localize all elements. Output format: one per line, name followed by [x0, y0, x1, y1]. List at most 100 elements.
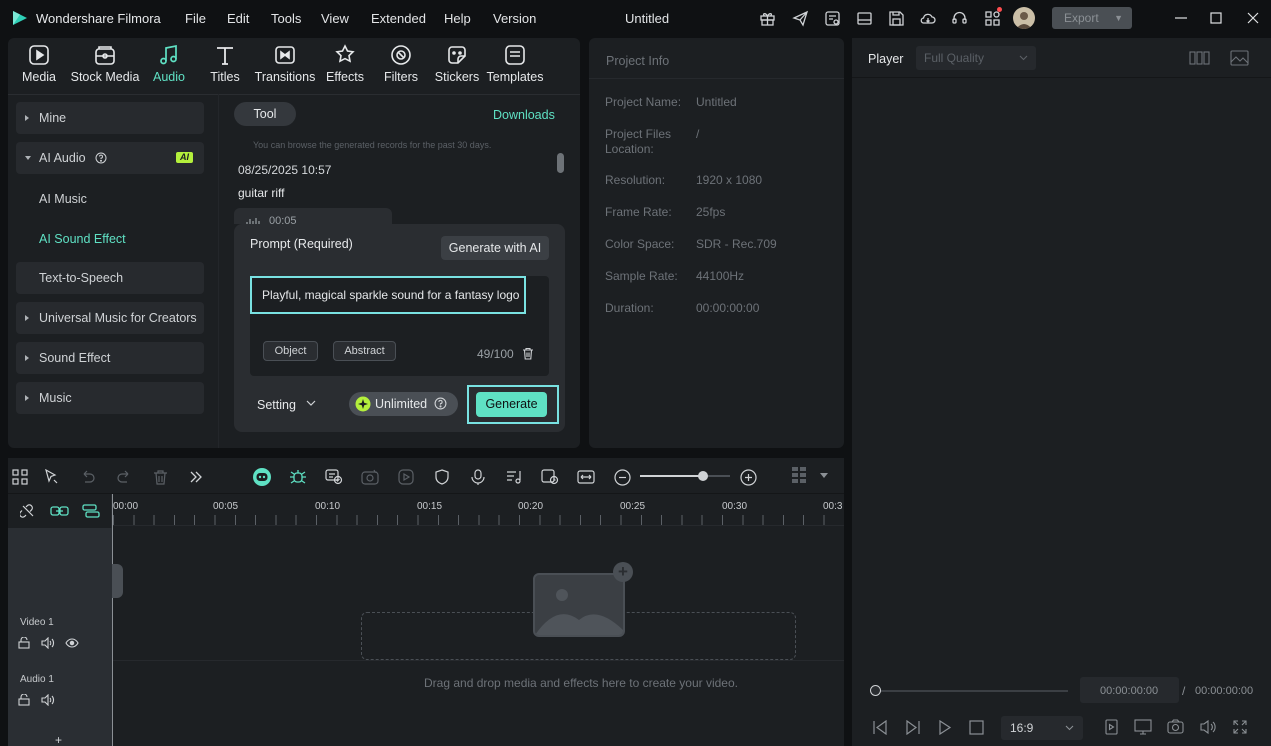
stop-icon[interactable]: [969, 720, 984, 735]
generate-button[interactable]: Generate: [476, 392, 547, 417]
aspect-ratio-dropdown[interactable]: 16:9: [1001, 716, 1083, 740]
unlink-icon[interactable]: [20, 503, 36, 519]
minimize-icon[interactable]: [1171, 8, 1191, 28]
tab-templates[interactable]: Templates: [484, 44, 546, 84]
play-icon[interactable]: [938, 720, 952, 735]
tab-media[interactable]: Media: [9, 44, 69, 84]
auto-caption-icon[interactable]: [323, 466, 345, 488]
tag-abstract[interactable]: Abstract: [333, 341, 396, 361]
tab-stickers[interactable]: Stickers: [427, 44, 487, 84]
grid-view-icon[interactable]: [1189, 51, 1210, 65]
help-circle-icon[interactable]: [95, 152, 107, 164]
save-icon[interactable]: [888, 10, 905, 27]
menu-file[interactable]: File: [185, 11, 206, 26]
trash-icon[interactable]: [522, 347, 534, 360]
playback-progress-track[interactable]: [876, 690, 1068, 692]
sidebar-item-ai-music[interactable]: AI Music: [39, 192, 87, 206]
menu-version[interactable]: Version: [493, 11, 536, 26]
sidebar-item-ai-sound-effect[interactable]: AI Sound Effect: [39, 232, 126, 246]
zoom-out-icon[interactable]: [611, 466, 633, 488]
export-button[interactable]: Export ▼: [1052, 7, 1132, 29]
zoom-slider-handle[interactable]: [698, 471, 708, 481]
lock-icon[interactable]: [18, 637, 30, 649]
layout-icon[interactable]: [856, 10, 873, 27]
ai-video-icon[interactable]: [359, 466, 381, 488]
sidebar-item-text-to-speech[interactable]: Text-to-Speech: [16, 262, 204, 294]
tag-object[interactable]: Object: [263, 341, 318, 361]
apps-grid-icon[interactable]: [984, 7, 1002, 27]
add-media-icon[interactable]: +: [613, 562, 633, 582]
fit-width-icon[interactable]: [575, 466, 597, 488]
chevron-down-icon[interactable]: [306, 399, 316, 407]
prompt-input[interactable]: Playful, magical sparkle sound for a fan…: [250, 276, 526, 314]
audio-mixer-icon[interactable]: [503, 466, 525, 488]
redo-icon[interactable]: [113, 466, 135, 488]
select-pointer-icon[interactable]: [41, 466, 63, 488]
help-circle-icon[interactable]: [434, 397, 447, 410]
zoom-in-icon[interactable]: [737, 466, 759, 488]
scrollbar[interactable]: [557, 153, 564, 173]
maximize-icon[interactable]: [1206, 8, 1226, 28]
auto-ripple-icon[interactable]: [82, 503, 100, 519]
sidebar-item-ai-audio[interactable]: AI Audio AI: [16, 142, 204, 174]
tab-stock-media[interactable]: Stock Media: [70, 44, 140, 84]
more-tools-icon[interactable]: [185, 466, 207, 488]
generate-with-ai-button[interactable]: Generate with AI: [441, 236, 549, 260]
send-icon[interactable]: [792, 10, 809, 27]
play-preview-icon[interactable]: [395, 466, 417, 488]
volume-icon[interactable]: [1199, 719, 1217, 735]
track-layout-icon[interactable]: [788, 466, 810, 488]
speed-ramp-icon[interactable]: [539, 466, 561, 488]
sidebar-item-mine[interactable]: Mine: [16, 102, 204, 134]
gift-icon[interactable]: [759, 10, 776, 27]
tab-titles[interactable]: Titles: [195, 44, 255, 84]
lock-icon[interactable]: [18, 694, 30, 706]
setting-dropdown[interactable]: Setting: [257, 398, 296, 412]
ai-bug-icon[interactable]: [287, 466, 309, 488]
ai-copilot-icon[interactable]: [251, 466, 273, 488]
tab-transitions[interactable]: Transitions: [254, 44, 316, 84]
sidebar-item-music[interactable]: Music: [16, 382, 204, 414]
microphone-icon[interactable]: [467, 466, 489, 488]
downloads-link[interactable]: Downloads: [493, 108, 555, 122]
magnet-link-icon[interactable]: [50, 503, 69, 519]
camera-icon[interactable]: [1167, 719, 1184, 735]
tab-audio[interactable]: Audio: [139, 44, 199, 84]
record-audio-clip[interactable]: 00:05: [234, 208, 392, 224]
fullscreen-icon[interactable]: [1233, 720, 1247, 734]
tab-tool[interactable]: Tool: [234, 102, 296, 126]
shield-icon[interactable]: [431, 466, 453, 488]
menu-extended[interactable]: Extended: [371, 11, 426, 26]
menu-help[interactable]: Help: [444, 11, 471, 26]
speaker-icon[interactable]: [41, 694, 55, 706]
chevron-down-icon[interactable]: [820, 473, 828, 479]
speaker-icon[interactable]: [41, 637, 55, 649]
menu-tools[interactable]: Tools: [271, 11, 301, 26]
add-track-icon[interactable]: +: [55, 733, 62, 746]
next-frame-icon[interactable]: [905, 720, 921, 735]
close-icon[interactable]: [1243, 8, 1263, 28]
headset-icon[interactable]: [951, 10, 968, 27]
unlimited-pill[interactable]: Unlimited: [349, 392, 458, 416]
undo-icon[interactable]: [77, 466, 99, 488]
cloud-icon[interactable]: [919, 10, 937, 27]
eye-icon[interactable]: [65, 637, 79, 649]
template-icon[interactable]: [824, 10, 841, 27]
menu-view[interactable]: View: [321, 11, 349, 26]
render-preview-icon[interactable]: [1105, 719, 1118, 735]
playhead-line[interactable]: [112, 494, 113, 746]
snapshot-icon[interactable]: [1230, 50, 1249, 66]
playhead-handle[interactable]: [870, 685, 881, 696]
avatar[interactable]: [1013, 7, 1035, 29]
display-icon[interactable]: [1134, 719, 1152, 735]
tab-effects[interactable]: Effects: [315, 44, 375, 84]
menu-edit[interactable]: Edit: [227, 11, 249, 26]
layout-grid-icon[interactable]: [9, 466, 31, 488]
quality-dropdown[interactable]: Full Quality: [916, 46, 1036, 70]
tab-filters[interactable]: Filters: [371, 44, 431, 84]
sidebar-item-universal-music[interactable]: Universal Music for Creators: [16, 302, 204, 334]
previous-frame-icon[interactable]: [872, 720, 888, 735]
track-resize-handle[interactable]: [112, 564, 123, 598]
sidebar-item-sound-effect[interactable]: Sound Effect: [16, 342, 204, 374]
delete-icon[interactable]: [149, 466, 171, 488]
